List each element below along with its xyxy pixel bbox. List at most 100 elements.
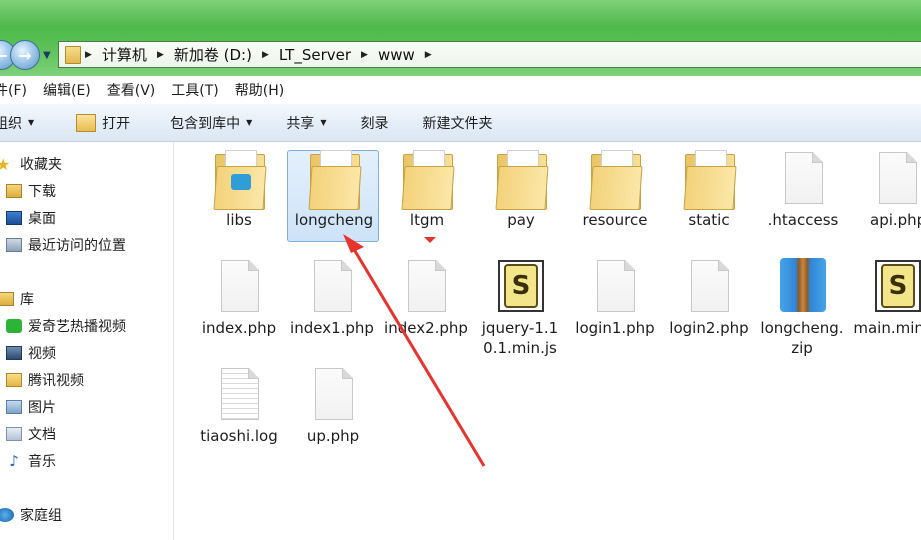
breadcrumb-chevron-icon[interactable]: ▶ [85,50,92,60]
file-name: longcheng [294,211,374,229]
blank-document-icon [307,364,359,424]
breadcrumb-drive-d[interactable]: 新加卷 (D:) ▶ [174,44,279,65]
sidebar-item-iqiyi[interactable]: 爱奇艺热播视频 [6,314,126,338]
chevron-down-icon: ▼ [246,118,253,127]
breadcrumb-chevron-icon[interactable]: ▶ [262,50,269,60]
file-name: resource [582,211,648,229]
sidebar-label: 腾讯视频 [28,373,84,389]
file-item-tiaoshi-log[interactable]: tiaoshi.log [193,364,285,446]
file-item-longcheng[interactable]: longcheng [287,148,380,242]
chevron-down-icon: ▼ [28,118,35,127]
file-name: login1.php [575,319,655,337]
file-item-resource[interactable]: resource [569,148,661,230]
script-file-icon: S [494,256,546,316]
file-name: pay [507,211,535,229]
pictures-icon [6,400,22,414]
folder-icon [65,45,81,64]
breadcrumb-chevron-icon[interactable]: ▶ [425,50,432,60]
tencent-video-folder-icon [6,373,22,387]
file-view: libs longcheng ltgm pay resource static [174,142,921,540]
include-in-library-button[interactable]: 包含到库中 ▼ [160,104,262,141]
command-bar: 组织 ▼ 打开 包含到库中 ▼ 共享 ▼ 刻录 新建文件夹 [0,104,921,142]
file-item-libs[interactable]: libs [193,148,285,230]
breadcrumb-computer[interactable]: 计算机 ▶ [102,44,174,65]
file-item-htaccess[interactable]: .htaccess [757,148,849,230]
sidebar-label: 最近访问的位置 [28,238,126,254]
sidebar-item-tencent-video[interactable]: 腾讯视频 [6,368,84,392]
breadcrumb-label: www [377,45,415,64]
sidebar-item-recent-places[interactable]: 最近访问的位置 [6,233,126,257]
sidebar-item-desktop[interactable]: 桌面 [6,206,56,230]
sidebar-label: 家庭组 [20,508,62,524]
blank-document-icon [589,256,641,316]
sidebar-item-homegroup[interactable]: 家庭组 [0,503,62,527]
file-item-login2-php[interactable]: login2.php [663,256,755,338]
breadcrumb-label: 新加卷 (D:) [173,46,252,64]
blank-document-icon [213,256,265,316]
recent-places-icon [6,238,22,252]
file-name: ltgm [409,211,445,229]
sidebar-item-pictures[interactable]: 图片 [6,395,56,419]
new-folder-button[interactable]: 新建文件夹 [412,104,502,141]
file-item-longcheng-zip[interactable]: longcheng.zip [757,256,847,358]
sidebar-item-music[interactable]: ♪ 音乐 [6,449,56,473]
folder-icon [589,148,643,210]
documents-icon [6,427,22,441]
sidebar-label: 下载 [28,184,56,200]
sidebar-item-videos[interactable]: 视频 [6,341,56,365]
open-button[interactable]: 打开 [66,104,140,141]
script-file-icon: S [871,256,921,316]
breadcrumb-www[interactable]: www ▶ [378,46,442,64]
menu-edit[interactable]: 编辑(E) [43,80,91,100]
zip-archive-icon [776,256,828,316]
breadcrumb-lt-server[interactable]: LT_Server ▶ [279,46,378,64]
open-folder-icon [76,113,97,132]
file-item-api-php[interactable]: api.php [851,148,921,230]
sidebar-label: 桌面 [28,211,56,227]
recent-pages-dropdown-icon[interactable]: ▼ [43,50,51,61]
burn-button[interactable]: 刻录 [350,104,398,141]
file-item-ltgm[interactable]: ltgm [381,148,473,230]
file-name: longcheng.zip [760,319,844,357]
star-icon: ★ [0,154,11,174]
file-item-pay[interactable]: pay [475,148,567,230]
sidebar-item-downloads[interactable]: 下载 [6,179,56,203]
breadcrumb-chevron-icon[interactable]: ▶ [157,50,164,60]
file-item-index1-php[interactable]: index1.php [287,256,377,338]
sidebar-item-documents[interactable]: 文档 [6,422,56,446]
menu-file[interactable]: 件(F) [0,80,27,100]
text-document-icon [213,364,265,424]
address-bar[interactable]: ▶ 计算机 ▶ 新加卷 (D:) ▶ LT_Server ▶ www ▶ [58,41,921,68]
folder-icon [213,148,267,210]
back-arrow-icon: ← [0,45,8,65]
file-item-up-php[interactable]: up.php [287,364,379,446]
file-item-jquery-js[interactable]: S jquery-1.10.1.min.js [475,256,565,358]
file-name: index2.php [384,319,468,337]
sidebar-label: 库 [20,292,34,308]
breadcrumb-label: 计算机 [101,46,147,64]
file-item-main-min-js[interactable]: S main.min.js [851,256,921,338]
file-name: libs [226,211,252,229]
file-item-index2-php[interactable]: index2.php [381,256,471,338]
sidebar-label: 收藏夹 [20,157,62,173]
menu-help[interactable]: 帮助(H) [235,80,284,100]
menu-view[interactable]: 查看(V) [107,80,156,100]
sidebar-item-libraries[interactable]: 库 [0,287,34,311]
iqiyi-icon [6,319,22,333]
downloads-folder-icon [6,184,22,198]
blank-document-icon [871,148,921,208]
file-name: tiaoshi.log [200,427,278,445]
sidebar-item-favorites[interactable]: ★ 收藏夹 [0,152,62,176]
forward-button[interactable]: → [10,40,40,70]
folder-icon [308,148,362,210]
breadcrumb-chevron-icon[interactable]: ▶ [361,50,368,60]
file-name: .htaccess [767,211,839,229]
blank-document-icon [306,256,358,316]
menu-tools[interactable]: 工具(T) [171,80,218,100]
file-item-static[interactable]: static [663,148,755,230]
share-button[interactable]: 共享 ▼ [276,104,336,141]
desktop-icon [6,211,22,225]
file-item-index-php[interactable]: index.php [193,256,285,338]
file-item-login1-php[interactable]: login1.php [569,256,661,338]
organize-button[interactable]: 组织 ▼ [0,104,44,141]
